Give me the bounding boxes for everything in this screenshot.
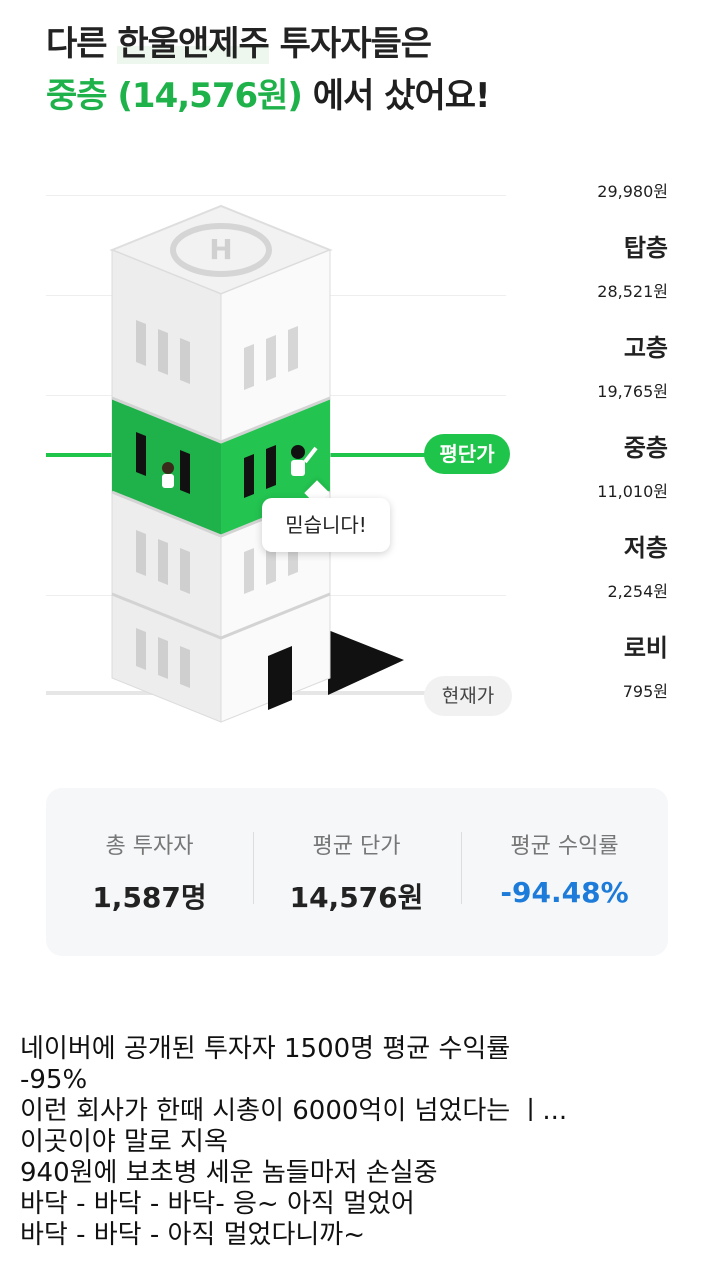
floor-price: 2,254원 (607, 582, 668, 601)
stat-avg-return: 평균 수익률 -94.48% (461, 788, 668, 956)
avg-floor-highlight: 중층 (14,576원) (46, 76, 303, 116)
building-shadow (328, 630, 404, 695)
floor-label: 고층 (623, 334, 668, 362)
headline: 다른 한울앤제주 투자자들은 중층 (14,576원) 에서 샀어요! (46, 18, 491, 122)
stat-value: -94.48% (500, 876, 629, 909)
current-price-badge: 현재가 (424, 676, 512, 716)
floor-price: 28,521원 (597, 282, 668, 301)
entrance-door (268, 646, 292, 710)
stat-total-investors: 총 투자자 1,587명 (46, 788, 253, 956)
headline-line-2: 중층 (14,576원) 에서 샀어요! (46, 70, 491, 122)
headline-suffix: 투자자들은 (268, 24, 432, 64)
caption-line: 바닥 - 바닥 - 아직 멀었다니까~ (20, 1220, 365, 1250)
speech-bubble: 믿습니다! (262, 498, 390, 552)
stat-value: 1,587명 (92, 881, 207, 914)
floor-label: 로비 (623, 634, 668, 662)
caption-line: 940원에 보초병 세운 놈들마저 손실중 (20, 1158, 438, 1188)
floor-label: 저층 (623, 534, 668, 562)
floor-price: 29,980원 (597, 182, 668, 201)
stat-label: 총 투자자 (105, 834, 194, 859)
caption-line: 이런 회사가 한때 시총이 6000억이 넘었다는 ㅣ... (20, 1096, 568, 1126)
floor-label: 중층 (623, 434, 668, 462)
floor-label: 탑층 (623, 234, 668, 262)
headline-line-2-suffix: 에서 샀어요! (301, 76, 491, 116)
stat-value: 14,576원 (289, 881, 424, 914)
current-price-value: 795원 (622, 682, 668, 701)
caption-line: 이곳이야 말로 지옥 (20, 1127, 228, 1157)
post-caption: 네이버에 공개된 투자자 1500명 평균 수익률 -95% 이런 회사가 한때… (20, 1034, 700, 1251)
headline-line-1: 다른 한울앤제주 투자자들은 (46, 18, 490, 70)
floor-price: 19,765원 (597, 382, 668, 401)
svg-text:H: H (209, 233, 232, 266)
caption-line: 네이버에 공개된 투자자 1500명 평균 수익률 (20, 1034, 511, 1064)
company-name: 한울앤제주 (117, 24, 270, 64)
caption-line: 바닥 - 바닥 - 바닥- 응~ 아직 멀었어 (20, 1189, 415, 1219)
floor-price: 11,010원 (597, 482, 668, 501)
stat-label: 평균 단가 (312, 834, 401, 859)
headline-prefix: 다른 (46, 24, 118, 64)
caption-line: -95% (20, 1065, 88, 1095)
stats-card: 총 투자자 1,587명 평균 단가 14,576원 평균 수익률 -94.48… (46, 788, 668, 956)
building-illustration: H (46, 204, 426, 723)
stat-label: 평균 수익률 (510, 834, 619, 859)
avg-price-badge: 평단가 (424, 434, 510, 474)
person-left-icon (162, 462, 174, 488)
stat-avg-price: 평균 단가 14,576원 (253, 788, 460, 956)
